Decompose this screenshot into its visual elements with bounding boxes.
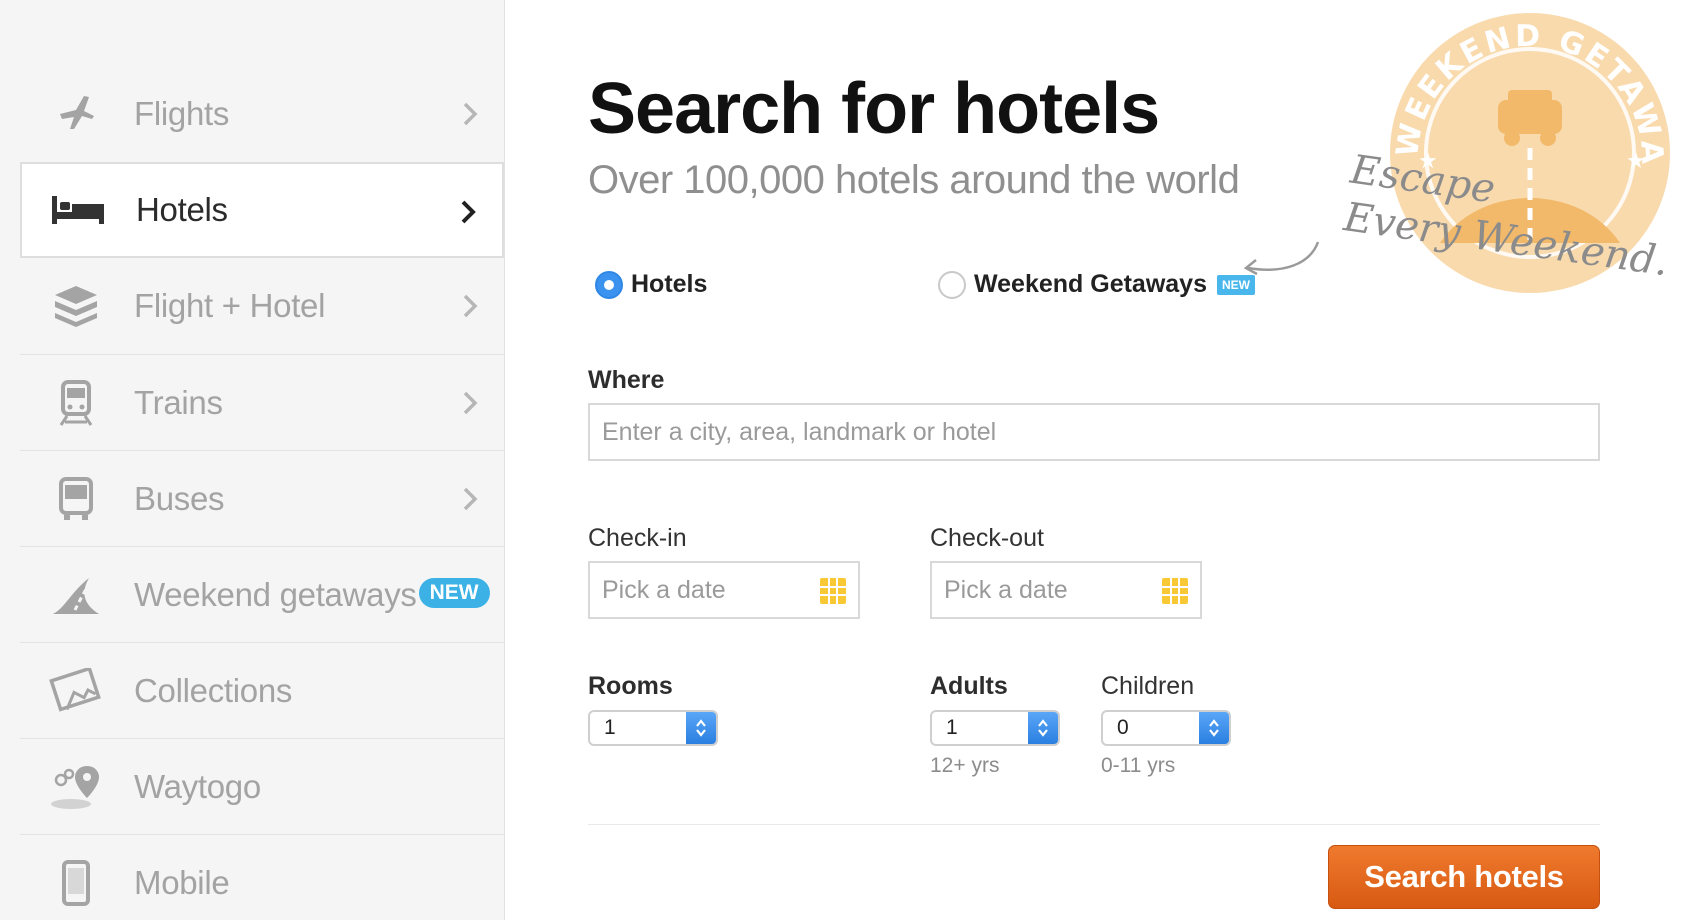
airplane-icon [44,86,108,142]
radio-selected-indicator [595,270,623,299]
chevron-right-icon [463,391,478,415]
radio-unselected-indicator [938,270,966,299]
sidebar-item-flight-hotel[interactable]: Flight + Hotel [20,258,504,354]
children-hint: 0-11 yrs [1101,754,1176,777]
sidebar-item-flights[interactable]: Flights [20,66,504,162]
svg-text:★: ★ [1626,148,1646,173]
sidebar-item-trains[interactable]: Trains [20,354,504,450]
calendar-icon[interactable] [820,578,846,604]
bus-icon [44,471,108,527]
map-pin-icon [44,759,108,815]
adults-hint: 12+ yrs [930,754,1000,777]
sidebar-item-label: Flights [134,95,230,132]
bed-icon [46,182,110,238]
sidebar-item-mobile[interactable]: Mobile [20,834,504,920]
photos-icon [44,663,108,719]
radio-hotels-label: Hotels [631,270,708,298]
rooms-value: 1 [604,716,616,739]
adults-select[interactable]: 1 [930,710,1060,746]
checkout-date-input[interactable]: Pick a date [930,561,1202,619]
package-icon [44,278,108,334]
up-down-arrows-icon[interactable] [1028,712,1058,744]
sidebar-nav: Flights Hotels Flight + Hotel Trains Bus… [0,0,505,920]
children-label: Children [1101,672,1195,700]
sidebar-item-weekend-getaways[interactable]: Weekend getaways NEW [20,546,504,642]
sidebar-item-label: Flight + Hotel [134,287,326,324]
checkin-date-input[interactable]: Pick a date [588,561,860,619]
up-down-arrows-icon[interactable] [1199,712,1229,744]
sidebar-item-label: Weekend getaways [134,575,417,613]
sidebar-item-label: Trains [134,383,223,421]
where-placeholder: Enter a city, area, landmark or hotel [602,417,997,446]
radio-weekend-label: Weekend Getaways [974,270,1207,298]
train-icon [44,375,108,431]
radio-hotels[interactable]: Hotels [595,270,707,299]
checkin-placeholder: Pick a date [602,575,726,604]
chevron-right-icon [463,487,478,511]
adults-value: 1 [946,716,958,739]
calendar-icon[interactable] [1162,578,1188,604]
rooms-label: Rooms [588,672,673,700]
chevron-right-icon [463,294,478,318]
where-label: Where [588,366,665,394]
search-hotels-button[interactable]: Search hotels [1328,845,1600,909]
sidebar-item-label: Mobile [134,863,230,901]
where-input[interactable]: Enter a city, area, landmark or hotel [588,403,1600,461]
children-select[interactable]: 0 [1101,710,1231,746]
radio-weekend-getaways[interactable]: Weekend Getaways NEW [938,270,1255,299]
children-value: 0 [1117,716,1129,739]
page-title: Search for hotels [588,69,1160,149]
divider [588,824,1600,825]
adults-label: Adults [930,672,1008,700]
sidebar-item-collections[interactable]: Collections [20,642,504,738]
new-badge: NEW [418,577,490,608]
sidebar-item-hotels[interactable]: Hotels [20,162,504,258]
rooms-select[interactable]: 1 [588,710,718,746]
chevron-right-icon [463,102,478,126]
sidebar-item-waytogo[interactable]: Waytogo [20,738,504,834]
sidebar-item-label: Buses [134,479,225,517]
curved-arrow-icon [1243,241,1320,276]
sidebar-item-label: Hotels [136,191,228,228]
phone-icon [44,855,108,911]
checkout-label: Check-out [930,524,1044,552]
checkin-label: Check-in [588,524,687,552]
up-down-arrows-icon[interactable] [686,712,716,744]
chevron-right-icon [461,200,476,224]
checkout-placeholder: Pick a date [944,575,1068,604]
sidebar-item-buses[interactable]: Buses [20,450,504,546]
sidebar-item-label: Collections [134,671,293,709]
sidebar-item-label: Waytogo [134,767,261,805]
road-icon [44,567,108,623]
page-subtitle: Over 100,000 hotels around the world [588,158,1240,202]
